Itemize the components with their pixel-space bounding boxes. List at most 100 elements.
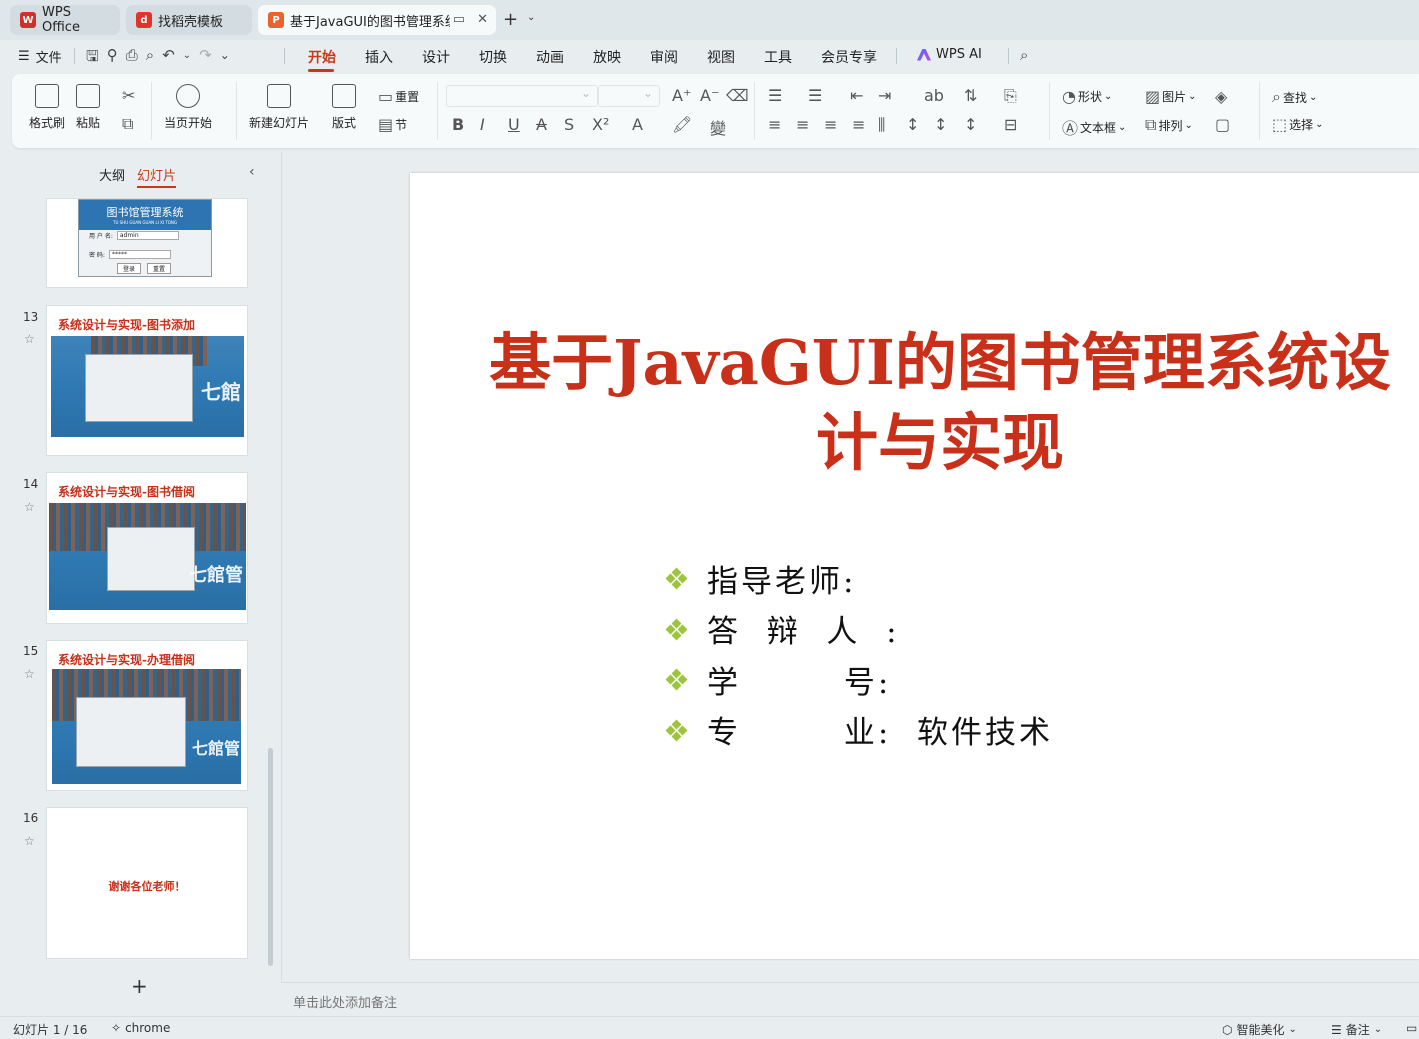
slide-thumbnail-16[interactable]: 谢谢各位老师！ xyxy=(46,807,248,959)
decrease-indent-icon[interactable]: ⇤ xyxy=(850,86,863,105)
search-icon[interactable]: ⌕ xyxy=(1020,46,1028,64)
fill-icon[interactable]: ◈ xyxy=(1215,87,1227,106)
undo-icon[interactable]: ↶ xyxy=(162,46,175,71)
redo-icon[interactable]: ↷ xyxy=(199,46,212,71)
screenshot-image: 七館管 xyxy=(52,669,241,784)
undo-dropdown-icon[interactable]: ⌄ xyxy=(183,50,191,71)
slide-thumbnail-14[interactable]: 系统设计与实现-图书借阅 七館管 xyxy=(46,472,248,624)
current-slide[interactable]: 基于JavaGUI的图书管理系统设 计与实现 指导老师: 答 辩 人 : 学 号… xyxy=(410,173,1419,959)
close-icon[interactable]: ✕ xyxy=(477,12,488,27)
outline-icon[interactable]: ▢ xyxy=(1215,115,1230,134)
thumbnail-scrollbar[interactable] xyxy=(268,748,273,966)
numbered-list-icon[interactable]: ☰ xyxy=(808,86,822,105)
tab-outline[interactable]: 大纲 xyxy=(99,165,125,188)
slide-thumbnail-13[interactable]: 系统设计与实现-图书添加 七館 xyxy=(46,305,248,456)
bold-icon[interactable]: B xyxy=(452,115,464,134)
bullet-list-icon[interactable]: ☰ xyxy=(768,86,782,105)
bullet-list[interactable]: 指导老师: 答 辩 人 : 学 号: 专 业: 软件技术 xyxy=(665,553,1053,755)
cut-icon[interactable]: ✂ xyxy=(122,86,135,105)
smart-beautify-button[interactable]: ⬡ 智能美化 ⌄ xyxy=(1222,1021,1297,1038)
font-family-select[interactable] xyxy=(446,85,598,107)
layout-button[interactable]: 版式 xyxy=(332,84,356,131)
paragraph-spacing-icon[interactable]: ↕ xyxy=(934,115,947,134)
align-right-icon[interactable]: ≡ xyxy=(824,115,837,134)
italic-icon[interactable]: I xyxy=(480,115,485,134)
menu-review[interactable]: 审阅 xyxy=(650,47,678,67)
notes-pane[interactable]: 单击此处添加备注 xyxy=(281,982,1419,1016)
star-icon[interactable]: ☆ xyxy=(24,667,35,681)
reset-button[interactable]: ▭ 重置 xyxy=(378,87,419,106)
line-spacing-icon[interactable]: ↕ xyxy=(906,115,919,134)
print-preview-icon[interactable]: ⌕ xyxy=(146,46,154,71)
menu-view[interactable]: 视图 xyxy=(707,47,735,67)
collapse-panel-icon[interactable]: ‹ xyxy=(249,164,255,180)
slide-title[interactable]: 基于JavaGUI的图书管理系统设 计与实现 xyxy=(460,323,1419,483)
menu-slideshow[interactable]: 放映 xyxy=(593,47,621,67)
more-chevron-icon[interactable]: ⌄ xyxy=(220,48,230,71)
menu-tools[interactable]: 工具 xyxy=(764,47,792,67)
align-center-icon[interactable]: ≡ xyxy=(796,115,809,134)
find-button[interactable]: ⌕ 查找 ⌄ xyxy=(1272,87,1317,107)
highlight-icon[interactable]: 🖍 xyxy=(672,115,692,134)
justify-icon[interactable]: ≡ xyxy=(852,115,865,134)
wps-ai-button[interactable]: WPS AI xyxy=(917,47,982,62)
format-painter-button[interactable]: 格式刷 xyxy=(29,84,65,131)
menu-home[interactable]: 开始 xyxy=(308,47,336,67)
add-slide-plus-icon[interactable]: + xyxy=(131,974,148,998)
sort-icon[interactable]: ⇅ xyxy=(964,86,977,105)
tab-wps-office[interactable]: W WPS Office xyxy=(10,5,120,35)
superscript-icon[interactable]: X² xyxy=(592,115,609,134)
monitor-icon[interactable]: ▭ xyxy=(453,12,465,27)
font-color-icon[interactable]: A xyxy=(632,115,643,134)
menu-member[interactable]: 会员专享 xyxy=(821,47,877,67)
underline-icon[interactable]: U xyxy=(508,115,520,134)
shape-button[interactable]: ◔ 形状 ⌄ xyxy=(1062,87,1112,106)
notes-toggle-button[interactable]: ☰ 备注 ⌄ xyxy=(1331,1021,1382,1038)
align-left-icon[interactable]: ≡ xyxy=(768,115,781,134)
font-grow-icon[interactable]: A⁺ xyxy=(672,86,691,105)
arrange-button[interactable]: ⧉ 排列 ⌄ xyxy=(1145,115,1193,135)
text-align-icon[interactable]: ⊟ xyxy=(1004,115,1017,134)
slide-thumbnail-15[interactable]: 系统设计与实现-办理借阅 七館管 xyxy=(46,640,248,791)
star-icon[interactable]: ☆ xyxy=(24,500,35,514)
strikethrough-icon[interactable]: A xyxy=(536,115,547,134)
new-slide-button[interactable]: 新建幻灯片 xyxy=(249,84,309,131)
font-shrink-icon[interactable]: A⁻ xyxy=(700,86,719,105)
start-from-current-button[interactable]: 当页开始 xyxy=(164,84,212,131)
copy-icon[interactable]: ⧉ xyxy=(122,114,133,134)
chevron-down-icon[interactable]: ⌄ xyxy=(527,12,535,23)
star-icon[interactable]: ☆ xyxy=(24,332,35,346)
menu-insert[interactable]: 插入 xyxy=(365,47,393,67)
new-tab-plus-icon[interactable]: + xyxy=(503,9,518,30)
share-icon[interactable]: ⚲ xyxy=(107,46,118,71)
slide-number: 13 xyxy=(23,310,39,324)
text-direction-icon[interactable]: ab xyxy=(924,86,944,105)
print-icon[interactable]: ⎙ xyxy=(126,46,138,71)
star-icon[interactable]: ☆ xyxy=(24,834,35,848)
increase-indent-icon[interactable]: ⇥ xyxy=(878,86,891,105)
file-menu[interactable]: ☰ 文件 xyxy=(18,47,62,66)
picture-button[interactable]: ▨ 图片 ⌄ xyxy=(1145,87,1197,106)
menu-design[interactable]: 设计 xyxy=(422,47,450,67)
select-button[interactable]: ⬚ 选择 ⌄ xyxy=(1272,115,1324,134)
textbox-button[interactable]: Ⓐ 文本框 ⌄ xyxy=(1062,115,1126,139)
paste-button[interactable]: 粘贴 xyxy=(76,84,100,131)
section-button[interactable]: ▤ 节 xyxy=(378,115,407,134)
clear-format-icon[interactable]: ⌫ xyxy=(726,86,749,105)
menu-animation[interactable]: 动画 xyxy=(536,47,564,67)
slide-thumbnail-12[interactable]: 图书馆管理系统 TU SHU GUAN GUAN LI XI TONG 用 户 … xyxy=(46,198,248,288)
menu-transition[interactable]: 切换 xyxy=(479,47,507,67)
shadow-text-icon[interactable]: S xyxy=(564,115,574,134)
theme-indicator[interactable]: ✧ chrome xyxy=(111,1021,170,1035)
spacing-options-icon[interactable]: ↕ xyxy=(964,115,977,134)
tab-slides[interactable]: 幻灯片 xyxy=(137,165,177,188)
tab-docer-templates[interactable]: d 找稻壳模板 xyxy=(126,5,252,35)
view-icon[interactable]: ▭ xyxy=(1406,1021,1417,1035)
convert-icon[interactable]: ⎘ xyxy=(1004,86,1017,106)
screenshot-image: 七館管 xyxy=(49,503,246,610)
tab-current-document[interactable]: P 基于JavaGUI的图书管理系统 ▭ ✕ xyxy=(258,5,496,35)
font-size-select[interactable] xyxy=(598,85,660,107)
save-icon[interactable]: 🖫 xyxy=(86,46,99,71)
distribute-icon[interactable]: ⫼ xyxy=(878,115,885,135)
phonetic-icon[interactable]: 變 xyxy=(710,115,726,139)
